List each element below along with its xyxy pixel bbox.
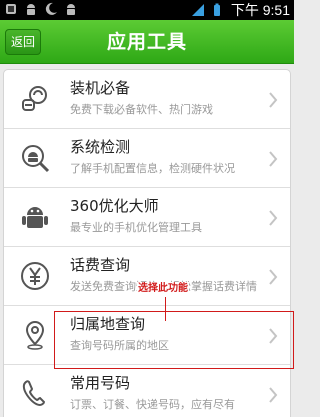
- magnifier-android-icon: [22, 145, 50, 173]
- list-item-360-optimizer[interactable]: 360优化大师 最专业的手机优化管理工具: [4, 188, 290, 247]
- item-title: 话费查询: [70, 256, 131, 274]
- phone-handset-icon: [22, 380, 46, 407]
- chevron-right-icon: [269, 210, 278, 226]
- item-title: 常用号码: [70, 374, 131, 392]
- item-description: 最专业的手机优化管理工具: [70, 221, 202, 234]
- status-time: 下午 9:51: [230, 2, 290, 18]
- chevron-right-icon: [269, 387, 278, 403]
- item-description: 订票、订餐、快递号码，应有尽有: [70, 398, 235, 411]
- item-description: 免费下载必备软件、热门游戏: [70, 103, 213, 116]
- notification-icon: [6, 4, 16, 14]
- status-bar: 下午 9:51: [0, 0, 294, 20]
- yen-coin-icon: [21, 262, 49, 290]
- list-item-install-essentials[interactable]: 装机必备 免费下载必备软件、热门游戏: [4, 70, 290, 129]
- item-description: 了解手机配置信息，检测硬件状况: [70, 162, 235, 175]
- chevron-right-icon: [269, 92, 278, 108]
- moon-icon: [45, 2, 57, 15]
- list-item-system-check[interactable]: 系统检测 了解手机配置信息，检测硬件状况: [4, 129, 290, 188]
- annotation-label: 选择此功能: [137, 282, 189, 295]
- list-item-common-numbers[interactable]: 常用号码 订票、订餐、快递号码，应有尽有: [4, 365, 290, 417]
- battery-icon: [213, 3, 220, 16]
- back-button[interactable]: 返回: [5, 29, 41, 55]
- signal-icon: [191, 4, 204, 16]
- title-bar: 应用工具 返回: [0, 20, 294, 64]
- chevron-right-icon: [269, 151, 278, 167]
- page-title: 应用工具: [106, 31, 187, 53]
- android-icon: [67, 4, 75, 15]
- list-item-phone-bill[interactable]: 话费查询 发送免费查询短信，轻松掌握话费详情: [4, 247, 290, 306]
- annotation-highlight-box: [54, 311, 294, 369]
- pacifier-icon: [22, 86, 47, 111]
- item-title: 360优化大师: [70, 197, 159, 215]
- chevron-right-icon: [269, 269, 278, 285]
- annotation-pointer-line: [165, 297, 166, 321]
- android-icon: [27, 4, 35, 15]
- item-title: 系统检测: [70, 138, 131, 156]
- android-robot-icon: [22, 207, 48, 228]
- map-pin-icon: [25, 320, 45, 350]
- item-title: 装机必备: [70, 79, 131, 97]
